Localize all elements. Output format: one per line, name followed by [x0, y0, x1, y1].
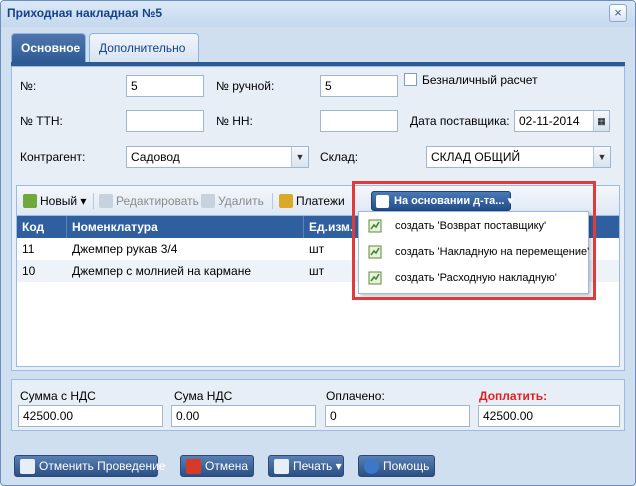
document-icon [368, 245, 382, 259]
cashless-checkbox[interactable] [404, 73, 417, 86]
row-name: Джемпер рукав 3/4 [72, 242, 178, 256]
ttn-input[interactable] [126, 110, 204, 132]
menu-item-label: создать 'Расходную накладную' [395, 272, 557, 284]
close-icon: × [614, 5, 622, 20]
document-icon [368, 219, 382, 233]
sum-with-vat-label: Сумма с НДС [20, 389, 96, 403]
toolbar-separator [272, 193, 273, 209]
row-unit: шт [309, 242, 325, 256]
payments-button-label: Платежи [296, 194, 345, 208]
supplier-date-label: Дата поставщика: [410, 114, 510, 128]
number-label: №: [20, 79, 37, 93]
row-name: Джемпер с молнией на кармане [72, 264, 252, 278]
menu-item-label: создать 'Накладную на перемещение' [395, 246, 590, 258]
cashless-label: Безналичный расчет [422, 73, 538, 87]
ttn-label: № ТТН: [20, 114, 63, 128]
printer-icon [274, 459, 289, 474]
topay-label: Доплатить: [479, 389, 548, 403]
invoice-window: Приходная накладная №5 × Основное Дополн… [0, 0, 636, 486]
chevron-down-icon[interactable]: ▼ [593, 147, 610, 167]
nn-label: № НН: [216, 114, 253, 128]
paid-field[interactable]: 0 [325, 405, 470, 427]
manual-number-label: № ручной: [216, 79, 275, 93]
based-on-document-button[interactable]: На основании д-та... ▾ [371, 191, 514, 211]
counterparty-label: Контрагент: [20, 150, 86, 164]
sum-with-vat-field[interactable]: 42500.00 [18, 405, 163, 427]
print-button[interactable]: Печать ▾ [268, 455, 344, 477]
tab-main[interactable]: Основное [11, 33, 86, 62]
edit-button[interactable]: Редактировать [99, 192, 199, 210]
chevron-down-icon: ▾ [507, 195, 514, 207]
manual-number-input[interactable] [320, 75, 398, 97]
menu-item-return-to-supplier[interactable]: создать 'Возврат поставщику' [359, 214, 588, 238]
new-button-label: Новый [40, 194, 78, 208]
help-icon [364, 459, 379, 474]
toolbar-separator [93, 193, 94, 209]
document-icon [368, 271, 382, 285]
counterparty-combo[interactable]: Садовод ▼ [126, 146, 309, 168]
cancel-button[interactable]: Отмена [180, 455, 254, 477]
column-header-code[interactable]: Код [17, 216, 67, 238]
delete-icon [201, 194, 215, 208]
supplier-date-field[interactable]: 02-11-2014 ▦ [514, 110, 610, 132]
payments-button[interactable]: Платежи [279, 192, 345, 210]
warehouse-combo[interactable]: СКЛАД ОБЩИЙ ▼ [426, 146, 611, 168]
row-unit: шт [309, 264, 325, 278]
chevron-down-icon: ▾ [80, 194, 87, 208]
nn-input[interactable] [320, 110, 398, 132]
paid-label: Оплачено: [326, 389, 385, 403]
delete-button-label: Удалить [218, 194, 264, 208]
supplier-date-value: 02-11-2014 [519, 114, 580, 128]
new-button[interactable]: Новый ▾ [23, 192, 86, 210]
cancel-posting-label: Отменить Проведение [39, 459, 166, 473]
column-header-name[interactable]: Номенклатура [67, 216, 304, 238]
vat-field[interactable]: 0.00 [171, 405, 316, 427]
print-label: Печать [293, 459, 333, 473]
counterparty-value: Садовод [131, 150, 180, 164]
topay-field[interactable]: 42500.00 [478, 405, 620, 427]
chevron-down-icon: ▾ [335, 459, 342, 473]
number-input[interactable] [126, 75, 204, 97]
menu-item-label: создать 'Возврат поставщику' [395, 220, 547, 232]
totals-panel: Сумма с НДС 42500.00 Сума НДС 0.00 Оплач… [11, 379, 625, 431]
delete-button[interactable]: Удалить [201, 192, 264, 210]
column-header-unit[interactable]: Ед.изм. [304, 216, 360, 238]
chevron-down-icon[interactable]: ▼ [291, 147, 308, 167]
document-icon [20, 459, 35, 474]
help-button[interactable]: Помощь [358, 455, 435, 477]
menu-item-transfer-invoice[interactable]: создать 'Накладную на перемещение' [359, 240, 590, 264]
title-bar: Приходная накладная №5 × [1, 1, 635, 27]
row-code: 11 [22, 242, 35, 256]
add-icon [23, 194, 37, 208]
close-button[interactable]: × [609, 4, 627, 22]
coins-icon [279, 194, 293, 208]
row-code: 10 [22, 264, 36, 278]
document-icon [376, 195, 389, 208]
menu-item-expense-invoice[interactable]: создать 'Расходную накладную' [359, 266, 588, 290]
warehouse-value: СКЛАД ОБЩИЙ [431, 150, 521, 164]
window-title: Приходная накладная №5 [7, 6, 163, 20]
based-on-dropdown-menu: создать 'Возврат поставщику' создать 'На… [358, 211, 589, 294]
cancel-label: Отмена [205, 459, 249, 473]
close-icon [186, 459, 201, 474]
help-label: Помощь [383, 459, 430, 473]
edit-button-label: Редактировать [116, 194, 199, 208]
vat-label: Сума НДС [174, 389, 233, 403]
tab-additional[interactable]: Дополнительно [89, 33, 199, 62]
calendar-icon[interactable]: ▦ [593, 111, 609, 131]
warehouse-label: Склад: [320, 150, 359, 164]
based-on-document-label: На основании д-та... [394, 195, 505, 207]
edit-icon [99, 194, 113, 208]
cancel-posting-button[interactable]: Отменить Проведение [14, 455, 165, 477]
